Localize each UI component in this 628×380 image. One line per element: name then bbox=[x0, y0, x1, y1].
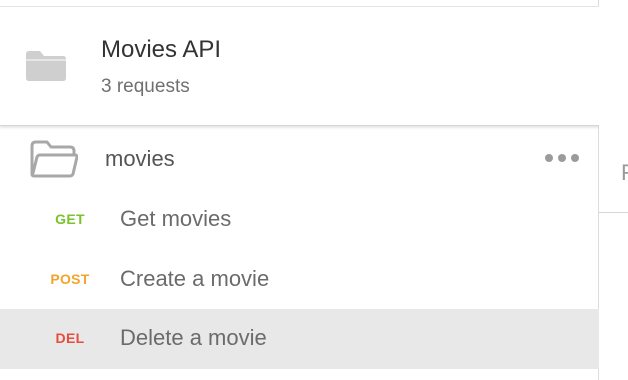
open-folder-icon bbox=[30, 140, 78, 178]
collection-header[interactable]: Movies API 3 requests bbox=[0, 7, 599, 126]
collections-sidebar: Movies API 3 requests movies GET Get mov… bbox=[0, 0, 599, 380]
app-window: Movies API 3 requests movies GET Get mov… bbox=[0, 0, 628, 380]
request-editor-pane: F bbox=[599, 0, 628, 380]
method-badge: DEL bbox=[55, 330, 85, 346]
folder-name: movies bbox=[105, 146, 175, 171]
collection-name: Movies API bbox=[101, 36, 222, 63]
request-row-get-movies[interactable]: GET Get movies bbox=[0, 190, 599, 250]
more-options-icon[interactable] bbox=[545, 152, 579, 164]
method-badge: POST bbox=[50, 271, 90, 287]
request-row-delete-a-movie[interactable]: DEL Delete a movie bbox=[0, 309, 599, 369]
request-name: Create a movie bbox=[120, 266, 270, 291]
request-row-create-a-movie[interactable]: POST Create a movie bbox=[0, 250, 599, 310]
folder-row-movies[interactable]: movies bbox=[0, 130, 599, 188]
method-badge: GET bbox=[55, 211, 85, 227]
editor-label: F bbox=[621, 160, 628, 185]
collection-request-count: 3 requests bbox=[101, 76, 190, 97]
request-name: Delete a movie bbox=[120, 325, 267, 350]
collection-folder-icon bbox=[26, 51, 66, 81]
request-name: Get movies bbox=[120, 206, 232, 231]
divider bbox=[599, 212, 628, 213]
